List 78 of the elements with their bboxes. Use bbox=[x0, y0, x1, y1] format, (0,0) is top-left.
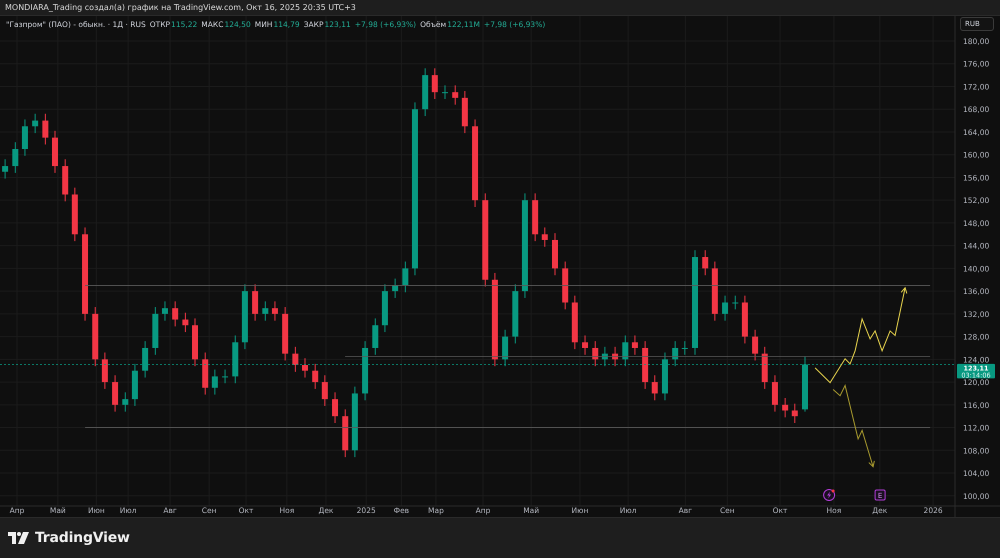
candlestick bbox=[512, 284, 518, 344]
candlestick bbox=[442, 84, 448, 100]
candlestick bbox=[592, 340, 598, 367]
candlestick bbox=[452, 84, 458, 106]
candlestick bbox=[502, 329, 508, 367]
candlestick bbox=[12, 142, 18, 174]
candlestick bbox=[302, 358, 308, 378]
candlestick bbox=[252, 284, 258, 322]
candlestick bbox=[622, 334, 628, 367]
candlestick bbox=[382, 284, 388, 333]
candlestick bbox=[782, 398, 788, 418]
logo-icon bbox=[8, 532, 30, 544]
candlestick bbox=[2, 158, 8, 180]
candlestick bbox=[572, 295, 578, 350]
candlestick bbox=[22, 118, 28, 156]
candlestick bbox=[102, 352, 108, 390]
candlestick bbox=[372, 318, 378, 356]
candlestick bbox=[612, 346, 618, 367]
candlestick bbox=[642, 340, 648, 390]
candlestick bbox=[752, 329, 758, 361]
brand-name: TradingView bbox=[35, 530, 130, 546]
candlestick bbox=[802, 356, 808, 412]
candlestick bbox=[292, 346, 298, 372]
candlestick bbox=[432, 68, 438, 100]
candlestick bbox=[282, 306, 288, 361]
candlestick bbox=[312, 363, 318, 390]
candlestick bbox=[192, 318, 198, 367]
candlestick bbox=[232, 334, 238, 384]
candlestick bbox=[72, 187, 78, 242]
candlestick bbox=[392, 278, 398, 298]
candlestick bbox=[202, 352, 208, 396]
candlestick bbox=[462, 90, 468, 134]
candlestick bbox=[652, 374, 658, 401]
candlestick bbox=[32, 113, 38, 134]
candlestick bbox=[422, 68, 428, 117]
candlestick bbox=[762, 346, 768, 390]
candlestick bbox=[92, 306, 98, 367]
chart-caption: MONDIARA_Trading создал(а) график на TradingView.com, Окт 16, 2025 20:35 UTC+3 bbox=[5, 3, 356, 12]
candlestick bbox=[362, 340, 368, 401]
candlestick bbox=[602, 346, 608, 367]
candlestick bbox=[342, 408, 348, 458]
candlestick bbox=[562, 261, 568, 310]
candlestick bbox=[582, 334, 588, 356]
candlestick bbox=[52, 130, 58, 174]
candlestick bbox=[352, 386, 358, 458]
candlestick bbox=[662, 352, 668, 401]
candlestick bbox=[182, 312, 188, 333]
candlestick bbox=[632, 334, 638, 356]
candlestick bbox=[332, 392, 338, 424]
candlestick bbox=[162, 300, 168, 322]
candlestick bbox=[722, 295, 728, 322]
candlestick bbox=[672, 340, 678, 367]
candlestick bbox=[272, 300, 278, 322]
candlestick bbox=[42, 113, 48, 145]
candlestick bbox=[402, 261, 408, 293]
candlestick bbox=[552, 232, 558, 276]
candlestick bbox=[242, 284, 248, 350]
candlestick bbox=[112, 374, 118, 412]
candlestick bbox=[702, 250, 708, 276]
candlestick bbox=[122, 392, 128, 412]
candlestick bbox=[132, 363, 138, 406]
candlestick bbox=[532, 192, 538, 242]
candlestick bbox=[732, 295, 738, 310]
candlestick bbox=[712, 261, 718, 322]
candlestick bbox=[742, 295, 748, 344]
candlestick bbox=[222, 369, 228, 384]
candlestick bbox=[142, 340, 148, 378]
candlestick bbox=[212, 369, 218, 396]
candlestick bbox=[152, 306, 158, 356]
candlestick bbox=[682, 340, 688, 356]
candlestick bbox=[172, 300, 178, 327]
lightning-icon[interactable] bbox=[823, 489, 836, 501]
candlestick bbox=[262, 300, 268, 322]
candlestick bbox=[542, 226, 548, 248]
candlestick bbox=[792, 403, 798, 424]
candlestick bbox=[322, 374, 328, 406]
candlestick bbox=[772, 374, 778, 412]
candlestick bbox=[62, 158, 68, 202]
